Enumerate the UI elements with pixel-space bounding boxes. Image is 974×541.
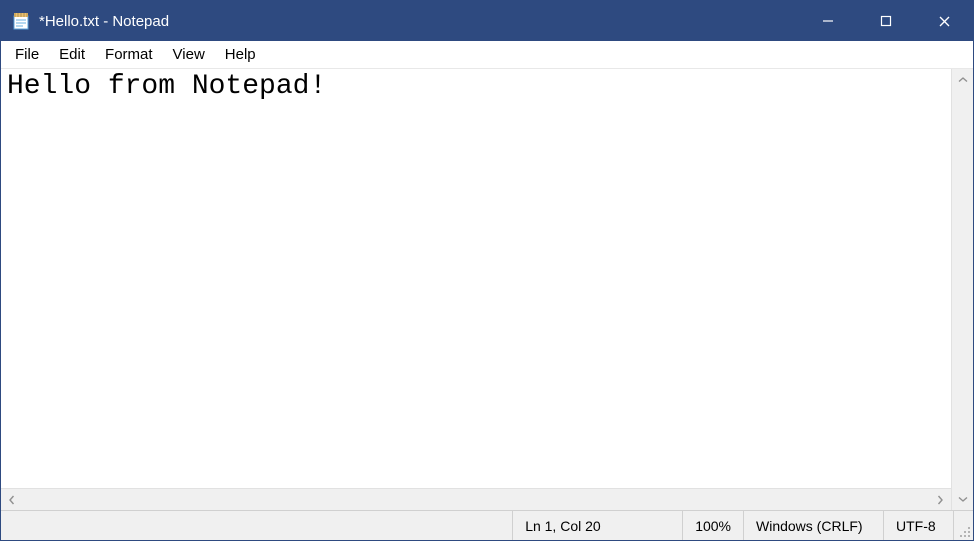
menu-help[interactable]: Help xyxy=(215,43,266,66)
status-zoom: 100% xyxy=(682,511,743,540)
menu-edit[interactable]: Edit xyxy=(49,43,95,66)
scroll-up-icon[interactable] xyxy=(954,71,972,89)
vertical-scrollbar[interactable] xyxy=(951,69,973,510)
minimize-button[interactable] xyxy=(799,1,857,41)
editor-wrap xyxy=(1,69,951,510)
menu-view[interactable]: View xyxy=(163,43,215,66)
close-button[interactable] xyxy=(915,1,973,41)
horizontal-scrollbar[interactable] xyxy=(1,488,951,510)
menubar: File Edit Format View Help xyxy=(1,41,973,69)
scroll-right-icon[interactable] xyxy=(931,491,949,509)
status-encoding: UTF-8 xyxy=(883,511,953,540)
status-line-ending: Windows (CRLF) xyxy=(743,511,883,540)
status-position: Ln 1, Col 20 xyxy=(512,511,682,540)
menu-format[interactable]: Format xyxy=(95,43,163,66)
notepad-window: *Hello.txt - Notepad File Edit Format Vi… xyxy=(0,0,974,541)
scroll-down-icon[interactable] xyxy=(954,490,972,508)
scroll-left-icon[interactable] xyxy=(3,491,21,509)
titlebar[interactable]: *Hello.txt - Notepad xyxy=(1,1,973,41)
statusbar: Ln 1, Col 20 100% Windows (CRLF) UTF-8 xyxy=(1,510,973,540)
window-title: *Hello.txt - Notepad xyxy=(39,13,169,30)
text-editor[interactable] xyxy=(1,69,951,488)
status-empty xyxy=(1,511,512,540)
menu-file[interactable]: File xyxy=(5,43,49,66)
resize-grip-icon[interactable] xyxy=(953,511,973,540)
notepad-app-icon xyxy=(11,11,31,31)
editor-body xyxy=(1,69,973,510)
maximize-button[interactable] xyxy=(857,1,915,41)
